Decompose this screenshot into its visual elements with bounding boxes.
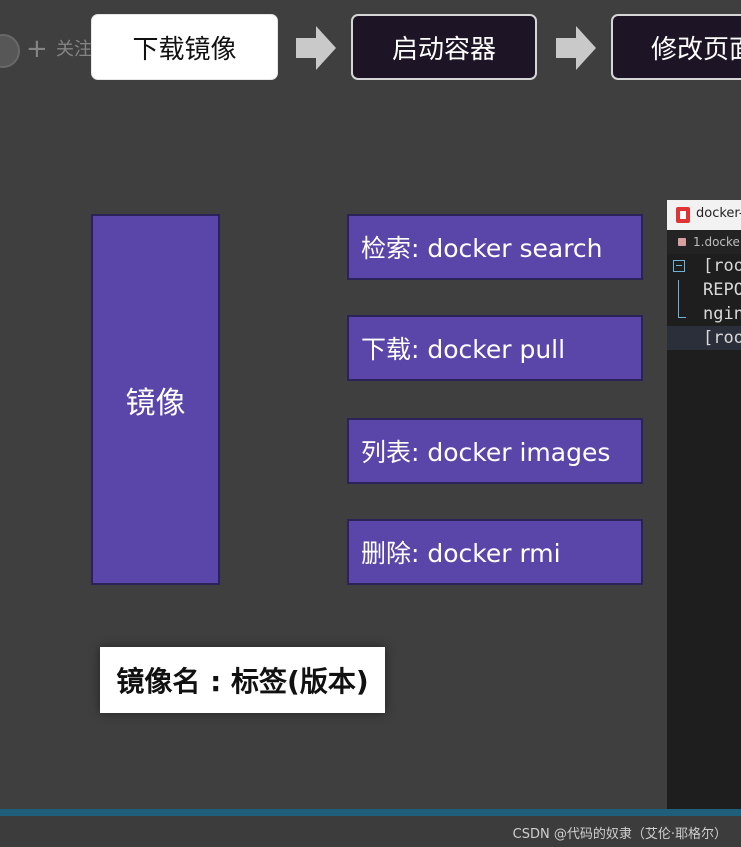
terminal-tabbar[interactable]: 1.docke [667,230,741,254]
cmd-rmi: 删除: docker rmi [347,519,643,585]
cmd-images: 列表: docker images [347,418,643,484]
progress-bar [0,809,741,816]
step-start-container: 启动容器 [351,14,537,80]
tag-card: 镜像名 : 标签(版本) [100,647,385,713]
image-box: 镜像 [91,214,220,585]
avatar [0,34,20,68]
plus-icon: + [26,34,48,64]
app-icon [676,207,690,223]
step-download-image: 下载镜像 [91,14,278,80]
terminal-titlebar[interactable]: docker-l [667,200,741,230]
terminal-line-text: REPO [703,280,741,300]
fold-icon[interactable] [673,260,685,272]
terminal-title: docker-l [696,206,741,221]
fold-guide-end [678,317,686,318]
arrow-right-icon [296,26,336,70]
terminal-line-text: [roo [703,256,741,276]
terminal-window[interactable]: docker-l 1.docke [roo REPO ngin [roo [667,200,741,817]
arrow-right-icon [556,26,596,70]
tab-icon [678,238,686,246]
cmd-search: 检索: docker search [347,214,643,280]
terminal-tab[interactable]: 1.docke [693,235,740,249]
follow-label: 关注 [56,39,92,60]
cmd-pull: 下载: docker pull [347,315,643,381]
step-modify-page: 修改页面 [611,14,741,80]
watermark: CSDN @代码的奴隶（艾伦·耶格尔） [512,827,727,842]
fold-guide [678,280,679,318]
terminal-line: [roo [667,326,741,350]
terminal-line-text: [roo [703,328,741,348]
terminal-line-text: ngin [703,304,741,324]
terminal-line: [roo [667,254,741,278]
